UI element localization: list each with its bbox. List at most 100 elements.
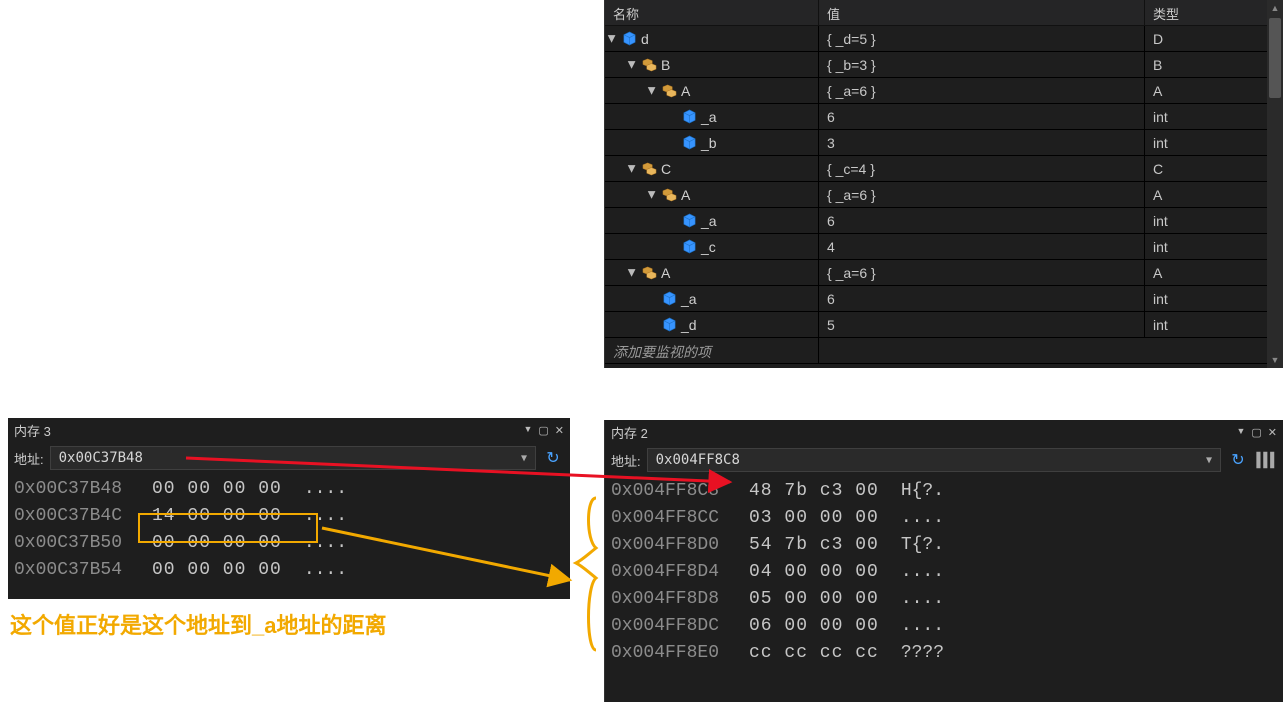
watch-row-name-cell[interactable]: ▶C — [605, 156, 819, 181]
memory-row[interactable]: 0x004FF8C848 7b c3 00H{?. — [611, 478, 1277, 505]
watch-row-name-cell[interactable]: ▶A — [605, 78, 819, 103]
memory-row-ascii: ???? — [901, 640, 944, 667]
watch-row-type: int — [1145, 312, 1283, 337]
memory-row[interactable]: 0x004FF8D054 7b c3 00T{?. — [611, 532, 1277, 559]
memory3-titlebar: 内存 3 ▼ ▢ ✕ — [8, 418, 570, 442]
memory-row[interactable]: 0x00C37B5400 00 00 00.... — [14, 557, 564, 584]
watch-row-name: B — [661, 57, 670, 73]
memory2-maximize-icon[interactable]: ▢ — [1251, 426, 1261, 439]
watch-row[interactable]: ▶d{ _d=5 }D — [605, 26, 1283, 52]
memory2-menu-icon[interactable]: ▼ — [1236, 426, 1245, 436]
watch-row[interactable]: ▶_b3int — [605, 130, 1283, 156]
chevron-down-icon[interactable]: ▼ — [1206, 455, 1212, 466]
expander-icon[interactable]: ▶ — [625, 266, 639, 280]
watch-row-name-cell[interactable]: ▶B — [605, 52, 819, 77]
watch-row-name: C — [661, 161, 671, 177]
memory-row-bytes: 54 7b c3 00 — [749, 532, 879, 559]
memory-row[interactable]: 0x004FF8CC03 00 00 00.... — [611, 505, 1277, 532]
watch-row-value[interactable]: 4 — [819, 234, 1145, 259]
memory2-refresh-icon[interactable]: ↻ — [1227, 449, 1249, 471]
variable-icon — [661, 291, 677, 307]
watch-row-value[interactable]: 3 — [819, 130, 1145, 155]
memory-row[interactable]: 0x004FF8D404 00 00 00.... — [611, 559, 1277, 586]
watch-row[interactable]: ▶A{ _a=6 } A — [605, 78, 1283, 104]
scroll-up-icon[interactable]: ▲ — [1267, 0, 1283, 16]
watch-row-value[interactable]: { _a=6 } — [819, 182, 1145, 207]
watch-row[interactable]: ▶_a6int — [605, 208, 1283, 234]
memory-row[interactable]: 0x004FF8DC06 00 00 00.... — [611, 613, 1277, 640]
expander-icon[interactable]: ▶ — [645, 84, 659, 98]
watch-row-name-cell[interactable]: ▶_c — [605, 234, 819, 259]
watch-header-value[interactable]: 值 — [819, 0, 1145, 25]
watch-row-name-cell[interactable]: ▶_a — [605, 208, 819, 233]
watch-row-name-cell[interactable]: ▶d — [605, 26, 819, 51]
watch-row-value[interactable]: 5 — [819, 312, 1145, 337]
memory-row-ascii: .... — [901, 586, 944, 613]
watch-row-name-cell[interactable]: ▶A — [605, 182, 819, 207]
watch-row[interactable]: ▶_a6int — [605, 286, 1283, 312]
expander-icon[interactable]: ▶ — [605, 32, 619, 46]
watch-row-name: d — [641, 31, 649, 47]
expander-icon[interactable]: ▶ — [625, 162, 639, 176]
watch-row[interactable]: ▶B{ _b=3 } B — [605, 52, 1283, 78]
memory-row[interactable]: 0x004FF8D805 00 00 00.... — [611, 586, 1277, 613]
watch-row-name-cell[interactable]: ▶A — [605, 260, 819, 285]
watch-row-name-cell[interactable]: ▶_a — [605, 286, 819, 311]
watch-header: 名称 值 类型 — [605, 0, 1283, 26]
memory2-address-input[interactable]: 0x004FF8C8 ▼ — [647, 448, 1221, 472]
watch-row[interactable]: ▶A{ _a=6 }A — [605, 182, 1283, 208]
watch-row[interactable]: ▶C{ _c=4 } C — [605, 156, 1283, 182]
watch-header-type[interactable]: 类型 — [1145, 0, 1283, 25]
memory-row[interactable]: 0x00C37B4800 00 00 00.... — [14, 476, 564, 503]
scroll-thumb[interactable] — [1269, 18, 1281, 98]
memory3-address-input[interactable]: 0x00C37B48 ▼ — [50, 446, 536, 470]
memory-row[interactable]: 0x00C37B4C14 00 00 00.... — [14, 503, 564, 530]
expander-icon[interactable]: ▶ — [625, 58, 639, 72]
memory3-close-icon[interactable]: ✕ — [555, 424, 564, 437]
watch-row-name-cell[interactable]: ▶_a — [605, 104, 819, 129]
watch-row-value[interactable]: { _c=4 } — [819, 156, 1145, 181]
watch-row[interactable]: ▶_c4int — [605, 234, 1283, 260]
memory2-address-value: 0x004FF8C8 — [656, 452, 740, 468]
watch-row[interactable]: ▶A{ _a=6 }A — [605, 260, 1283, 286]
watch-header-name[interactable]: 名称 — [605, 0, 819, 25]
memory-row-address: 0x004FF8E0 — [611, 640, 727, 667]
memory2-title: 内存 2 — [611, 423, 1236, 442]
watch-row-value[interactable]: 6 — [819, 286, 1145, 311]
memory3-title: 内存 3 — [14, 421, 523, 440]
memory-row-address: 0x00C37B50 — [14, 530, 130, 557]
scroll-down-icon[interactable]: ▼ — [1267, 352, 1283, 368]
watch-row[interactable]: ▶_a6int — [605, 104, 1283, 130]
memory2-close-icon[interactable]: ✕ — [1268, 426, 1277, 439]
watch-row-value[interactable]: { _a=6 } — [819, 78, 1145, 103]
watch-row-type: A — [1145, 182, 1283, 207]
watch-row-name: A — [681, 83, 690, 99]
watch-add-row[interactable]: 添加要监视的项 — [605, 338, 1283, 364]
expander-icon[interactable]: ▶ — [645, 188, 659, 202]
memory-row-ascii: .... — [304, 503, 347, 530]
watch-row-name: _b — [701, 135, 717, 151]
base-class-icon — [661, 187, 677, 203]
memory-row-ascii: .... — [304, 476, 347, 503]
memory-row[interactable]: 0x004FF8E0cc cc cc cc???? — [611, 640, 1277, 667]
memory3-maximize-icon[interactable]: ▢ — [538, 424, 548, 437]
watch-row-value[interactable]: { _b=3 } — [819, 52, 1145, 77]
watch-row-type: int — [1145, 208, 1283, 233]
variable-icon — [681, 213, 697, 229]
watch-row-value[interactable]: 6 — [819, 104, 1145, 129]
watch-row-value[interactable]: { _d=5 } — [819, 26, 1145, 51]
memory3-menu-icon[interactable]: ▼ — [523, 424, 532, 434]
watch-add-placeholder[interactable]: 添加要监视的项 — [605, 338, 819, 364]
memory-row-address: 0x004FF8CC — [611, 505, 727, 532]
memory-row[interactable]: 0x00C37B5000 00 00 00.... — [14, 530, 564, 557]
watch-scrollbar[interactable]: ▲ ▼ — [1267, 0, 1283, 368]
chevron-down-icon[interactable]: ▼ — [521, 453, 527, 464]
watch-row[interactable]: ▶_d5int — [605, 312, 1283, 338]
watch-row-value[interactable]: { _a=6 } — [819, 260, 1145, 285]
watch-row-name-cell[interactable]: ▶_b — [605, 130, 819, 155]
watch-row-name-cell[interactable]: ▶_d — [605, 312, 819, 337]
watch-row-value[interactable]: 6 — [819, 208, 1145, 233]
memory2-columns-icon[interactable] — [1255, 449, 1277, 471]
memory3-refresh-icon[interactable]: ↻ — [542, 447, 564, 469]
memory2-address-label: 地址: — [611, 451, 641, 470]
